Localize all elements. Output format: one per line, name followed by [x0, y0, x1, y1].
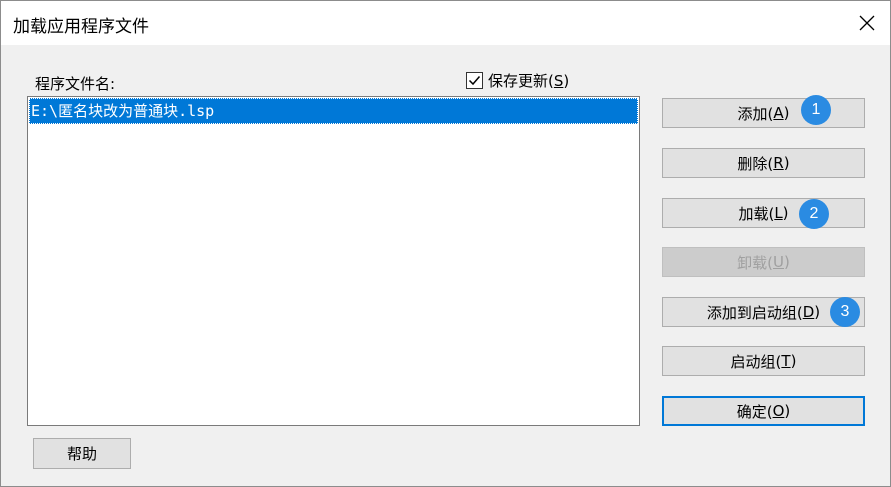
- help-button[interactable]: 帮助: [33, 438, 131, 469]
- close-button[interactable]: [844, 1, 890, 45]
- ok-button[interactable]: 确定(O): [662, 396, 865, 426]
- title-bar: 加载应用程序文件: [1, 1, 890, 45]
- file-list-label: 程序文件名:: [35, 75, 116, 93]
- close-icon: [859, 15, 875, 31]
- load-application-dialog: 加载应用程序文件 程序文件名: 保存更新(S) E:\匿名块改为普通块.lsp …: [0, 0, 891, 487]
- program-file-list[interactable]: E:\匿名块改为普通块.lsp: [27, 96, 640, 426]
- step-badge-3: 3: [830, 297, 860, 327]
- window-title: 加载应用程序文件: [13, 17, 149, 37]
- save-updates-checkbox[interactable]: [466, 71, 483, 89]
- remove-button[interactable]: 删除(R): [662, 148, 865, 178]
- save-updates-label: 保存更新(S): [488, 71, 570, 90]
- list-item[interactable]: E:\匿名块改为普通块.lsp: [29, 98, 638, 124]
- load-button[interactable]: 加载(L): [662, 198, 865, 228]
- save-updates-checkbox-row[interactable]: 保存更新(S): [466, 68, 569, 92]
- startup-group-button[interactable]: 启动组(T): [662, 346, 865, 376]
- step-badge-2: 2: [799, 199, 829, 229]
- add-button[interactable]: 添加(A): [662, 98, 865, 128]
- checkmark-icon: [468, 75, 481, 85]
- unload-button: 卸载(U): [662, 247, 865, 277]
- step-badge-1: 1: [801, 95, 831, 125]
